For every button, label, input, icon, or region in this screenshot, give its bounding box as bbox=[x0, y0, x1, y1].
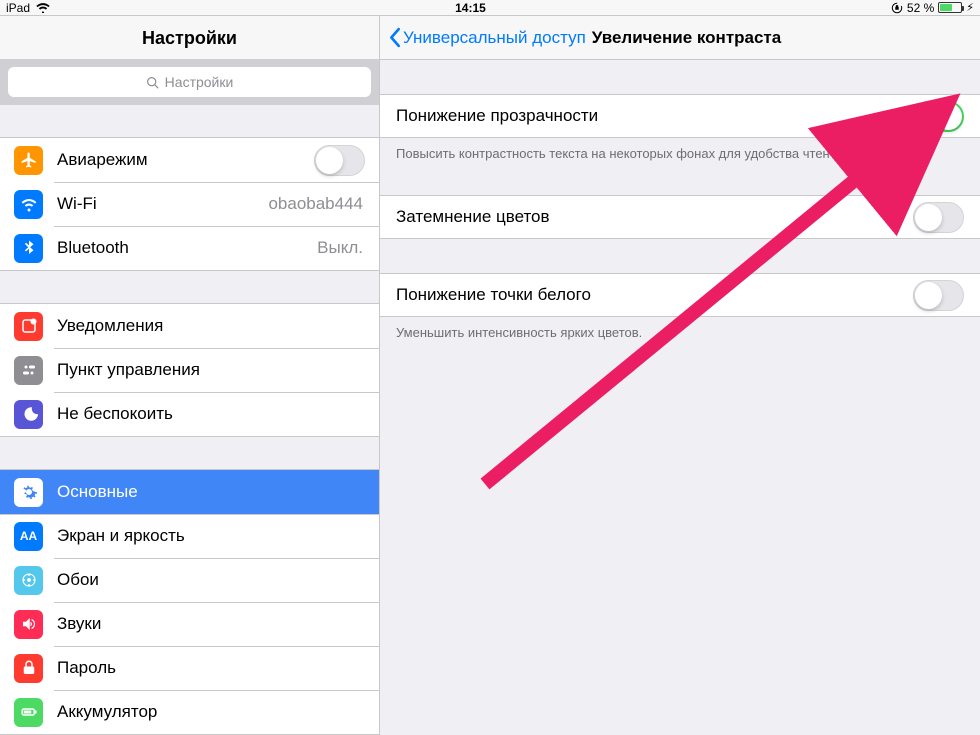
reduce-white-point-note: Уменьшить интенсивность ярких цветов. bbox=[380, 317, 980, 340]
wifi-icon bbox=[36, 2, 50, 13]
reduce-transparency-note: Повысить контрастность текста на некотор… bbox=[380, 138, 980, 161]
sounds-icon bbox=[14, 610, 43, 639]
wallpaper-icon bbox=[14, 566, 43, 595]
charging-icon: ⚡︎ bbox=[966, 1, 974, 14]
darken-colors-toggle[interactable] bbox=[913, 202, 964, 233]
search-placeholder: Настройки bbox=[165, 74, 234, 90]
search-field[interactable]: Настройки bbox=[8, 67, 371, 97]
sidebar-item-airplane[interactable]: Авиарежим bbox=[0, 138, 379, 182]
sounds-label: Звуки bbox=[57, 614, 365, 634]
general-icon bbox=[14, 478, 43, 507]
dnd-label: Не беспокоить bbox=[57, 404, 365, 424]
darken-colors-label: Затемнение цветов bbox=[396, 207, 913, 227]
wifi-value: obaobab444 bbox=[268, 194, 363, 214]
passcode-label: Пароль bbox=[57, 658, 365, 678]
back-button[interactable]: Универсальный доступ bbox=[388, 27, 586, 48]
general-label: Основные bbox=[57, 482, 365, 502]
back-label: Универсальный доступ bbox=[403, 28, 586, 48]
settings-sidebar: Настройки Настройки Авиарежим Wi-Fi bbox=[0, 16, 380, 735]
sidebar-item-sounds[interactable]: Звуки bbox=[0, 602, 379, 646]
notifications-label: Уведомления bbox=[57, 316, 365, 336]
row-reduce-transparency[interactable]: Понижение прозрачности bbox=[380, 94, 980, 138]
row-darken-colors[interactable]: Затемнение цветов bbox=[380, 195, 980, 239]
sidebar-item-passcode[interactable]: Пароль bbox=[0, 646, 379, 690]
dnd-icon bbox=[14, 400, 43, 429]
sidebar-item-display[interactable]: AA Экран и яркость bbox=[0, 514, 379, 558]
status-bar: iPad 14:15 52 % ⚡︎ bbox=[0, 0, 980, 15]
battery-settings-icon bbox=[14, 698, 43, 727]
sidebar-item-wifi[interactable]: Wi-Fi obaobab444 bbox=[0, 182, 379, 226]
wifi-label: Wi-Fi bbox=[57, 194, 268, 214]
sidebar-title: Настройки bbox=[0, 16, 379, 59]
reduce-white-point-label: Понижение точки белого bbox=[396, 285, 913, 305]
display-icon: AA bbox=[14, 522, 43, 551]
notifications-icon bbox=[14, 312, 43, 341]
wifi-settings-icon bbox=[14, 190, 43, 219]
reduce-white-point-toggle[interactable] bbox=[913, 280, 964, 311]
sidebar-item-controlcenter[interactable]: Пункт управления bbox=[0, 348, 379, 392]
control-center-icon bbox=[14, 356, 43, 385]
sidebar-group-2: Уведомления Пункт управления Не беспокои… bbox=[0, 303, 379, 437]
bluetooth-label: Bluetooth bbox=[57, 238, 317, 258]
reduce-transparency-label: Понижение прозрачности bbox=[396, 106, 913, 126]
sidebar-item-battery[interactable]: Аккумулятор bbox=[0, 690, 379, 734]
airplane-label: Авиарежим bbox=[57, 150, 314, 170]
battery-icon bbox=[938, 2, 962, 13]
status-time: 14:15 bbox=[50, 1, 891, 15]
reduce-transparency-toggle[interactable] bbox=[913, 101, 964, 132]
device-label: iPad bbox=[6, 1, 30, 15]
sidebar-item-dnd[interactable]: Не беспокоить bbox=[0, 392, 379, 436]
chevron-left-icon bbox=[388, 27, 401, 48]
sidebar-group-3: Основные AA Экран и яркость Обои Звуки bbox=[0, 469, 379, 735]
detail-pane: Универсальный доступ Увеличение контраст… bbox=[380, 16, 980, 735]
bluetooth-value: Выкл. bbox=[317, 238, 363, 258]
control-center-label: Пункт управления bbox=[57, 360, 365, 380]
display-label: Экран и яркость bbox=[57, 526, 365, 546]
orientation-lock-icon bbox=[891, 2, 903, 14]
passcode-icon bbox=[14, 654, 43, 683]
detail-nav: Универсальный доступ Увеличение контраст… bbox=[380, 16, 980, 60]
bluetooth-icon bbox=[14, 234, 43, 263]
sidebar-item-wallpaper[interactable]: Обои bbox=[0, 558, 379, 602]
search-icon bbox=[146, 76, 159, 89]
airplane-toggle[interactable] bbox=[314, 145, 365, 176]
wallpaper-label: Обои bbox=[57, 570, 365, 590]
sidebar-item-general[interactable]: Основные bbox=[0, 470, 379, 514]
battery-label: Аккумулятор bbox=[57, 702, 365, 722]
detail-title: Увеличение контраста bbox=[592, 28, 781, 48]
sidebar-group-1: Авиарежим Wi-Fi obaobab444 Bluetooth Вык… bbox=[0, 137, 379, 271]
battery-percent: 52 % bbox=[907, 1, 934, 15]
sidebar-item-notifications[interactable]: Уведомления bbox=[0, 304, 379, 348]
airplane-icon bbox=[14, 146, 43, 175]
sidebar-item-bluetooth[interactable]: Bluetooth Выкл. bbox=[0, 226, 379, 270]
row-reduce-white-point[interactable]: Понижение точки белого bbox=[380, 273, 980, 317]
search-container: Настройки bbox=[0, 59, 379, 105]
